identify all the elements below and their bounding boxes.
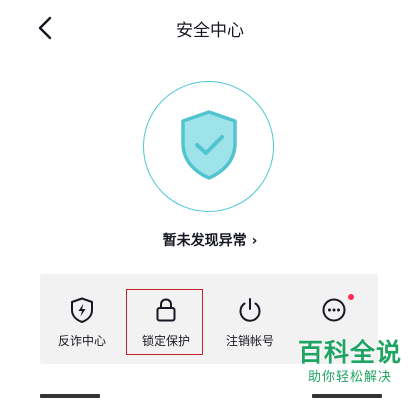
more-icon: [322, 298, 346, 322]
lock-protection-label: 锁定保护: [141, 334, 190, 348]
lock-protection-button[interactable]: 锁定保护: [124, 274, 208, 364]
chevron-right-icon: ›: [251, 233, 258, 249]
shield-check-icon: [181, 110, 237, 180]
status-bar-left: [26, 0, 116, 3]
deactivate-account-button[interactable]: 注销帐号: [208, 274, 292, 364]
watermark-title: 百科全说: [297, 338, 402, 367]
status-bar-right: [324, 0, 394, 3]
power-icon: [239, 298, 261, 322]
bottom-cutoff-row: [0, 394, 420, 400]
security-status-circle: [143, 81, 274, 212]
shield-lightning-icon: [71, 297, 93, 323]
status-bar: [0, 0, 420, 8]
notification-badge: [348, 294, 354, 300]
page-title: 安全中心: [176, 21, 244, 41]
lock-icon: [156, 298, 176, 322]
anti-fraud-center-button[interactable]: 反诈中心: [40, 274, 124, 364]
security-status-text: 暂未发现异常: [162, 233, 247, 249]
deactivate-account-label: 注销帐号: [225, 334, 274, 348]
watermark: 百科全说 助你轻松解决: [290, 338, 410, 398]
nav-bar: 安全中心: [0, 8, 420, 46]
anti-fraud-center-label: 反诈中心: [57, 334, 106, 348]
security-status-link[interactable]: 暂未发现异常 ›: [0, 230, 420, 250]
watermark-subtitle: 助你轻松解决: [307, 370, 392, 385]
